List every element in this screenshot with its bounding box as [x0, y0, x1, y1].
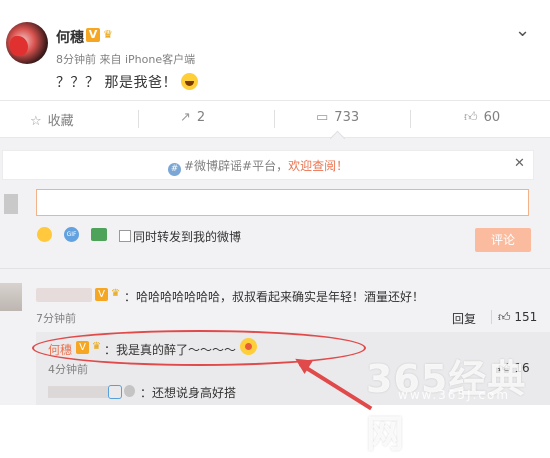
rumor-notice-text[interactable]: # #微博辟谣#平台，欢迎查阅！: [168, 157, 348, 176]
verified-v-icon: V: [95, 288, 108, 301]
crown-icon: ♛: [111, 288, 120, 299]
favorite-label: 收藏: [47, 114, 74, 129]
action-divider: [410, 110, 411, 128]
post-text: ？？？ 那是我爸！: [56, 75, 177, 91]
comment-button[interactable]: ▭ 733: [316, 110, 359, 125]
favorite-button[interactable]: ☆ 收藏: [30, 110, 74, 129]
hashtag-icon: #: [168, 163, 181, 176]
thumbs-up-icon: 👍︎: [464, 110, 478, 125]
post-content: ？？？ 那是我爸！: [56, 72, 198, 92]
laugh-emoji-icon: [180, 73, 198, 90]
emoji-face-icon[interactable]: [37, 227, 52, 242]
watermark-brand: 365经典网: [366, 357, 527, 456]
member-badge-icon: [108, 385, 122, 399]
thumbs-up-icon: 👍︎: [498, 310, 511, 324]
share-icon: ↗: [180, 110, 191, 125]
star-icon: ☆: [30, 114, 42, 129]
reply-button[interactable]: 回复: [452, 310, 476, 327]
watermark-url: www.365J.com: [398, 388, 511, 402]
submit-comment-button[interactable]: 评论: [475, 228, 531, 252]
notice-cta-link[interactable]: 欢迎查阅！: [288, 159, 348, 173]
comment-text: ：哈哈哈哈哈哈哈，叔叔看起来确实是年轻！酒量还好！: [124, 290, 425, 304]
my-avatar: [4, 194, 18, 214]
comment-like-count: 151: [514, 310, 538, 324]
verified-v-icon: V: [86, 28, 100, 42]
comment-input[interactable]: [36, 189, 529, 216]
post-time[interactable]: 8分钟前: [56, 53, 96, 66]
repost-checkbox-label: 同时转发到我的微博: [133, 230, 242, 244]
separator: [0, 268, 550, 269]
comment-like-button[interactable]: 👍︎ 151: [498, 310, 537, 325]
commenter-avatar[interactable]: [0, 283, 22, 311]
like-button[interactable]: 👍︎ 60: [464, 110, 500, 125]
comment-count: 733: [334, 110, 360, 125]
notice-hashtag: #微博辟谣#平台，: [184, 159, 289, 173]
level-badge-icon: [124, 385, 135, 397]
comment-icon: ▭: [316, 110, 329, 125]
crown-icon: ♛: [103, 28, 113, 41]
gif-icon[interactable]: GIF: [64, 227, 79, 242]
reply-time: 4分钟前: [48, 363, 88, 376]
author-name[interactable]: 何穗: [56, 27, 84, 47]
post-meta: 8分钟前 来自 iPhone客户端: [56, 51, 195, 67]
image-icon[interactable]: [91, 228, 107, 241]
action-divider: [138, 110, 139, 128]
share-button[interactable]: ↗ 2: [180, 110, 205, 125]
close-icon[interactable]: ✕: [514, 156, 525, 171]
author-avatar[interactable]: [6, 22, 48, 64]
action-divider: [274, 110, 275, 128]
chevron-down-icon[interactable]: ⌄: [515, 20, 530, 41]
post-source: 来自 iPhone客户端: [99, 53, 196, 66]
share-count: 2: [196, 110, 206, 125]
divider: [491, 310, 492, 324]
reply-text: ：还想说身高好搭: [140, 386, 237, 400]
like-count: 60: [483, 110, 501, 125]
repost-checkbox[interactable]: [119, 230, 131, 242]
commenter-name-redacted[interactable]: [36, 288, 92, 302]
reply-author-redacted[interactable]: [48, 386, 108, 398]
comment-time: 7分钟前: [36, 312, 76, 325]
highlight-ellipse: [32, 330, 366, 366]
